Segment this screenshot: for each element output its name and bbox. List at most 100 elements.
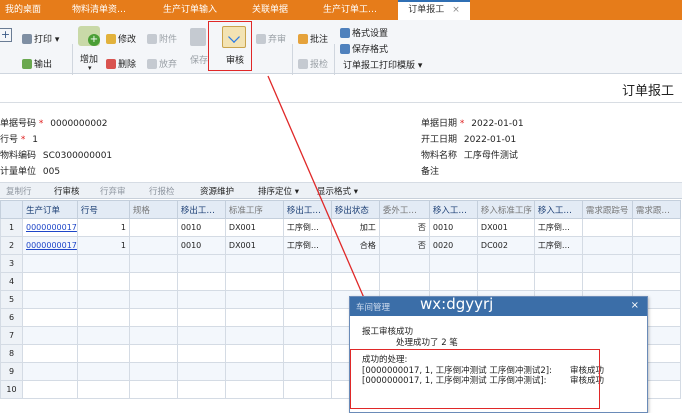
table-cell[interactable]	[224, 308, 284, 327]
table-cell[interactable]	[282, 308, 332, 327]
table-cell[interactable]: 加工	[330, 218, 380, 237]
table-cell[interactable]	[128, 326, 178, 345]
table-cell[interactable]	[282, 326, 332, 345]
unit-field[interactable]: 计量单位 005	[0, 164, 60, 177]
remark-field[interactable]: 备注	[421, 164, 439, 177]
table-cell[interactable]	[76, 290, 130, 309]
table-cell[interactable]	[224, 326, 284, 345]
table-cell[interactable]	[282, 362, 332, 381]
tab-production-order-process[interactable]: 生产订单工…	[310, 0, 390, 20]
column-header[interactable]: 需求跟踪号	[581, 200, 633, 219]
table-cell[interactable]	[22, 254, 78, 273]
table-cell[interactable]	[22, 308, 78, 327]
annotate-button[interactable]: 批注	[298, 32, 328, 45]
table-cell[interactable]	[176, 326, 226, 345]
edit-button[interactable]: 修改	[106, 32, 136, 45]
table-cell[interactable]	[76, 272, 130, 291]
material-name-field[interactable]: 物料名称 工序母件测试	[421, 148, 518, 161]
material-code-field[interactable]: 物料编码 SC0300000001	[0, 148, 112, 161]
column-header[interactable]: 委外工…	[378, 200, 430, 219]
table-cell[interactable]	[224, 272, 284, 291]
close-icon[interactable]: ×	[631, 300, 639, 311]
column-header[interactable]: 需求跟…	[631, 200, 681, 219]
column-header[interactable]: 移入工…	[428, 200, 478, 219]
add-button[interactable]: +	[78, 26, 100, 46]
table-cell[interactable]	[428, 272, 478, 291]
table-row[interactable]: 2 0000000017 1 0010 DX001 工序倒… 合格 否 0020…	[0, 236, 681, 255]
table-cell[interactable]	[22, 272, 78, 291]
table-cell[interactable]	[176, 344, 226, 363]
production-order-link[interactable]: 0000000017	[22, 236, 78, 255]
column-header[interactable]: 行号	[76, 200, 130, 219]
column-header[interactable]: 移出状态	[330, 200, 380, 219]
table-cell[interactable]	[76, 326, 130, 345]
table-cell[interactable]: 工序倒…	[282, 218, 332, 237]
attach-button[interactable]: 附件	[147, 32, 177, 45]
table-cell[interactable]	[176, 380, 226, 399]
table-cell[interactable]	[22, 362, 78, 381]
table-cell[interactable]	[224, 344, 284, 363]
add-dropdown-icon[interactable]: ▾	[88, 64, 92, 72]
table-cell[interactable]	[631, 236, 681, 255]
table-cell[interactable]	[128, 344, 178, 363]
table-cell[interactable]: 0020	[428, 236, 478, 255]
table-cell[interactable]	[378, 272, 430, 291]
table-cell[interactable]: 1	[76, 236, 130, 255]
production-order-link[interactable]: 0000000017	[22, 218, 78, 237]
copy-row-button[interactable]: 复制行	[6, 185, 32, 197]
report-button[interactable]: 报检	[298, 57, 328, 70]
save-button-label[interactable]: 保存	[190, 53, 208, 66]
row-inspect-button[interactable]: 行报检	[149, 185, 175, 197]
table-cell[interactable]: 合格	[330, 236, 380, 255]
column-header[interactable]: 移出工…	[176, 200, 226, 219]
table-cell[interactable]	[581, 236, 633, 255]
format-settings-button[interactable]: 格式设置	[340, 26, 388, 39]
table-cell[interactable]	[224, 362, 284, 381]
column-header[interactable]: 标准工序	[224, 200, 284, 219]
export-button[interactable]: 输出	[22, 57, 52, 70]
add-plus-icon[interactable]: +	[0, 28, 12, 42]
table-cell[interactable]	[128, 308, 178, 327]
table-cell[interactable]	[330, 272, 380, 291]
table-cell[interactable]: 1	[76, 218, 130, 237]
save-button[interactable]	[190, 28, 206, 46]
save-format-button[interactable]: 保存格式	[340, 42, 388, 55]
table-cell[interactable]	[282, 344, 332, 363]
display-format-button[interactable]: 显示格式 ▾	[317, 185, 358, 197]
table-cell[interactable]: 0010	[176, 218, 226, 237]
print-template-select[interactable]: 订单报工打印模版 ▾	[343, 58, 422, 71]
table-cell[interactable]	[176, 308, 226, 327]
table-cell[interactable]	[224, 290, 284, 309]
table-row[interactable]: 3	[0, 254, 681, 273]
table-cell[interactable]: 工序倒…	[282, 236, 332, 255]
table-row[interactable]: 4	[0, 272, 681, 291]
table-cell[interactable]	[176, 290, 226, 309]
table-cell[interactable]	[330, 254, 380, 273]
table-cell[interactable]	[631, 272, 681, 291]
table-cell[interactable]	[128, 272, 178, 291]
table-cell[interactable]	[128, 236, 178, 255]
table-cell[interactable]	[128, 218, 178, 237]
table-cell[interactable]	[224, 380, 284, 399]
tab-close-icon[interactable]: ×	[452, 5, 460, 15]
table-cell[interactable]	[581, 218, 633, 237]
table-cell[interactable]	[282, 272, 332, 291]
table-cell[interactable]: 0010	[428, 218, 478, 237]
table-cell[interactable]	[631, 254, 681, 273]
table-row[interactable]: 1 0000000017 1 0010 DX001 工序倒… 加工 否 0010…	[0, 218, 681, 237]
column-header[interactable]: 生产订单	[22, 200, 78, 219]
table-cell[interactable]	[378, 254, 430, 273]
table-cell[interactable]: DX001	[476, 218, 535, 237]
table-cell[interactable]	[22, 290, 78, 309]
tab-bom[interactable]: 物料清单资…	[58, 0, 140, 20]
discard-button[interactable]: 弃审	[256, 32, 286, 45]
column-header[interactable]: 移入标准工序	[476, 200, 535, 219]
table-cell[interactable]	[581, 254, 633, 273]
tab-related-docs[interactable]: 关联单据	[238, 0, 302, 20]
table-cell[interactable]: 否	[378, 236, 430, 255]
column-header[interactable]: 移入工…	[533, 200, 583, 219]
table-cell[interactable]	[533, 254, 583, 273]
column-header[interactable]: 移出工…	[282, 200, 332, 219]
table-cell[interactable]: 否	[378, 218, 430, 237]
tab-desktop[interactable]: 我的桌面	[0, 0, 46, 20]
